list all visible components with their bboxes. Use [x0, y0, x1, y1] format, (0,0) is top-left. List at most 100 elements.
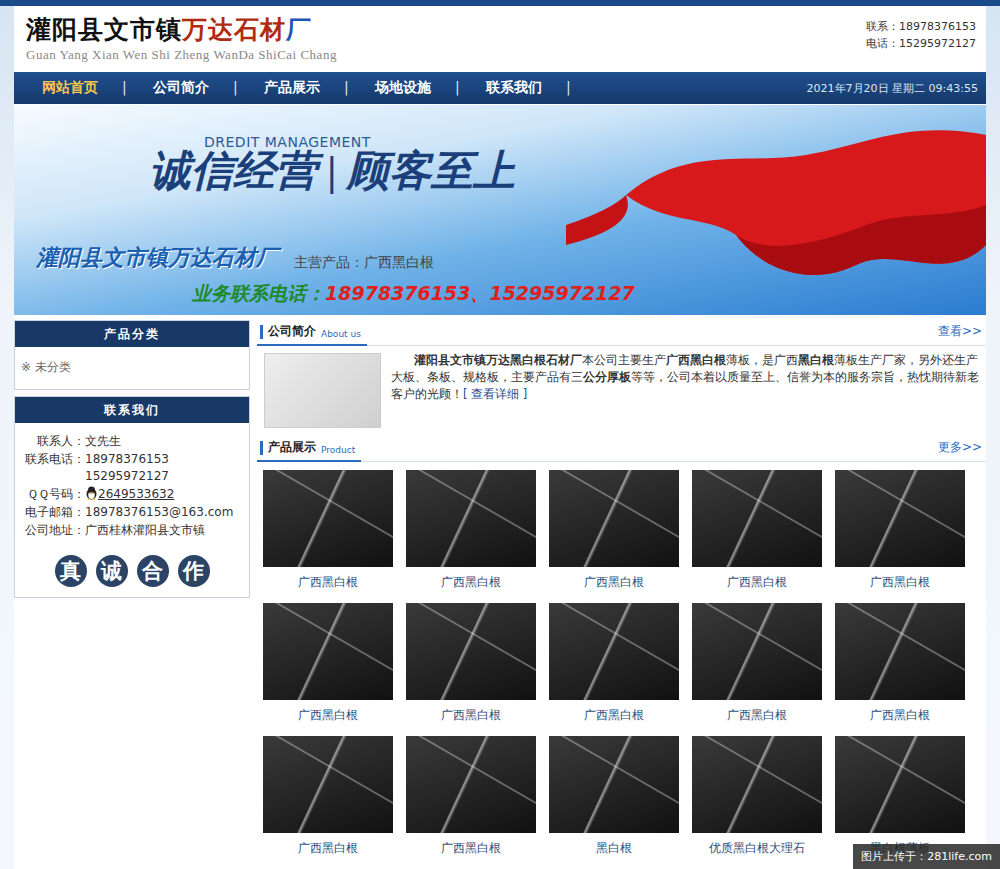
nav-item[interactable]: 联系我们| [486, 79, 597, 97]
logo[interactable]: 灌阳县文市镇万达石材厂 [26, 14, 337, 46]
nav-separator: | [455, 79, 486, 97]
header: 灌阳县文市镇万达石材厂Guan Yang Xian Wen Shi Zheng … [14, 6, 986, 70]
product-image[interactable] [549, 736, 679, 833]
product-image[interactable] [263, 470, 393, 567]
nav-separator: | [566, 79, 597, 97]
product-image[interactable] [263, 736, 393, 833]
product-image[interactable] [835, 603, 965, 700]
content: 产品分类※ 未分类联系我们联系人：文先生联系电话：189783761531529… [14, 320, 986, 869]
title-bar [260, 441, 263, 455]
nav-item[interactable]: 场地设施| [375, 79, 486, 97]
product-card[interactable]: 广西黑白根 [263, 736, 393, 869]
product-image[interactable] [263, 603, 393, 700]
nav-separator: | [122, 79, 153, 97]
product-image[interactable] [692, 470, 822, 567]
product-card[interactable]: 广西黑白根 [549, 470, 679, 603]
phone-numbers: 18978376153、15295972127 [325, 282, 635, 304]
nav-item[interactable]: 产品展示| [264, 79, 375, 97]
nav-bar: 网站首页|公司简介|产品展示|场地设施|联系我们|2021年7月20日 星期二 … [14, 72, 986, 104]
product-card[interactable]: 广西黑白根 [692, 603, 822, 736]
product-card[interactable]: 广西黑白根 [263, 470, 393, 603]
product-card[interactable]: 广西黑白根 [406, 603, 536, 736]
logo-part[interactable]: 万达石材 [182, 15, 286, 44]
product-caption[interactable]: 广西黑白根 [263, 700, 393, 736]
product-card[interactable]: 黑白根 [549, 736, 679, 869]
about-segment: 黑白根 [798, 353, 834, 367]
product-caption[interactable]: 广西黑白根 [835, 567, 965, 603]
contact-text: 18978376153@163.com [85, 505, 233, 519]
product-caption[interactable]: 广西黑白根 [406, 833, 536, 869]
nav-link[interactable]: 联系我们 [486, 79, 566, 97]
contact-text: 18978376153 [85, 452, 169, 466]
product-card[interactable]: 广西黑白根 [835, 470, 965, 603]
category-title: 产品分类 [15, 321, 249, 347]
nav-item[interactable]: 公司简介| [153, 79, 264, 97]
section-title: 公司简介About us [257, 323, 367, 346]
nav-link[interactable]: 产品展示 [264, 79, 344, 97]
logo-block[interactable]: 灌阳县文市镇万达石材厂Guan Yang Xian Wen Shi Zheng … [26, 14, 337, 63]
contact-line: 2649533632 [85, 486, 249, 503]
nav-link[interactable]: 场地设施 [375, 79, 455, 97]
product-caption[interactable]: 广西黑白根 [406, 567, 536, 603]
product-image[interactable] [692, 603, 822, 700]
contact-label: 联系电话： [21, 451, 85, 485]
product-image[interactable] [835, 470, 965, 567]
contact-value: 广西桂林灌阳县文市镇 [85, 522, 249, 539]
contact-line: 18978376153@163.com [85, 504, 249, 521]
product-caption[interactable]: 广西黑白根 [692, 567, 822, 603]
contact-box: 联系我们联系人：文先生联系电话：1897837615315295972127ＱＱ… [14, 396, 250, 598]
contact-list: 联系人：文先生联系电话：1897837615315295972127ＱＱ号码：2… [15, 423, 249, 539]
logo-part[interactable]: 厂 [286, 15, 312, 44]
banner-phone: 业务联系电话：18978376153、15295972127 [192, 281, 635, 307]
nav-link[interactable]: 公司简介 [153, 79, 233, 97]
product-image[interactable] [406, 603, 536, 700]
banner-company: 灌阳县文市镇万达石材厂 [36, 243, 278, 273]
more-link[interactable]: 查看>> [938, 323, 986, 345]
product-caption[interactable]: 广西黑白根 [263, 567, 393, 603]
contact-line: 18978376153 [85, 451, 249, 468]
product-image[interactable] [692, 736, 822, 833]
logo-part[interactable]: 灌阳县文市镇 [26, 15, 182, 44]
certificate-image [264, 353, 381, 428]
product-image[interactable] [406, 736, 536, 833]
product-image[interactable] [549, 470, 679, 567]
banner-english: DREDIT MANAGEMENT [204, 134, 371, 150]
product-caption[interactable]: 广西黑白根 [406, 700, 536, 736]
category-item[interactable]: ※ 未分类 [15, 347, 249, 389]
more-link[interactable]: 更多>> [938, 439, 986, 461]
product-card[interactable]: 广西黑白根 [835, 603, 965, 736]
contact-value: 1897837615315295972127 [85, 451, 249, 485]
sidebar: 产品分类※ 未分类联系我们联系人：文先生联系电话：189783761531529… [14, 320, 250, 869]
header-contact: 电话：15295972127 [866, 35, 976, 52]
product-caption[interactable]: 广西黑白根 [263, 833, 393, 869]
product-image[interactable] [549, 603, 679, 700]
product-card[interactable]: 广西黑白根 [263, 603, 393, 736]
product-caption[interactable]: 广西黑白根 [549, 567, 679, 603]
product-card[interactable]: 广西黑白根 [549, 603, 679, 736]
product-card[interactable]: 广西黑白根 [692, 470, 822, 603]
contact-value: 文先生 [85, 433, 249, 450]
product-image[interactable] [406, 470, 536, 567]
product-card[interactable]: 广西黑白根 [406, 736, 536, 869]
section-title: 产品展示Product [257, 439, 361, 462]
product-image[interactable] [835, 736, 965, 833]
product-caption[interactable]: 广西黑白根 [549, 700, 679, 736]
banner: DREDIT MANAGEMENT诚信经营 | 顾客至上灌阳县文市镇万达石材厂主… [14, 105, 986, 315]
product-card[interactable]: 优质黑白根大理石 [692, 736, 822, 869]
product-caption[interactable]: 优质黑白根大理石 [692, 833, 822, 869]
banner-slogan: 诚信经营 | 顾客至上 [149, 143, 515, 199]
contact-label: ＱＱ号码： [21, 486, 85, 503]
product-card[interactable]: 广西黑白根 [406, 470, 536, 603]
detail-link[interactable]: [ 查看详细 ] [463, 387, 527, 401]
section-header: 产品展示Product 更多>> [257, 436, 986, 462]
product-caption[interactable]: 黑白根 [549, 833, 679, 869]
qq-link[interactable]: 2649533632 [98, 487, 174, 501]
qq-penguin-icon[interactable] [85, 487, 98, 501]
motto: 真诚合作 [15, 539, 249, 597]
nav-item[interactable]: 网站首页| [42, 79, 153, 97]
phone-label: 业务联系电话： [192, 282, 325, 304]
header-contact: 联系：18978376153 [866, 18, 976, 35]
product-caption[interactable]: 广西黑白根 [692, 700, 822, 736]
product-caption[interactable]: 广西黑白根 [835, 700, 965, 736]
nav-link[interactable]: 网站首页 [42, 79, 122, 97]
